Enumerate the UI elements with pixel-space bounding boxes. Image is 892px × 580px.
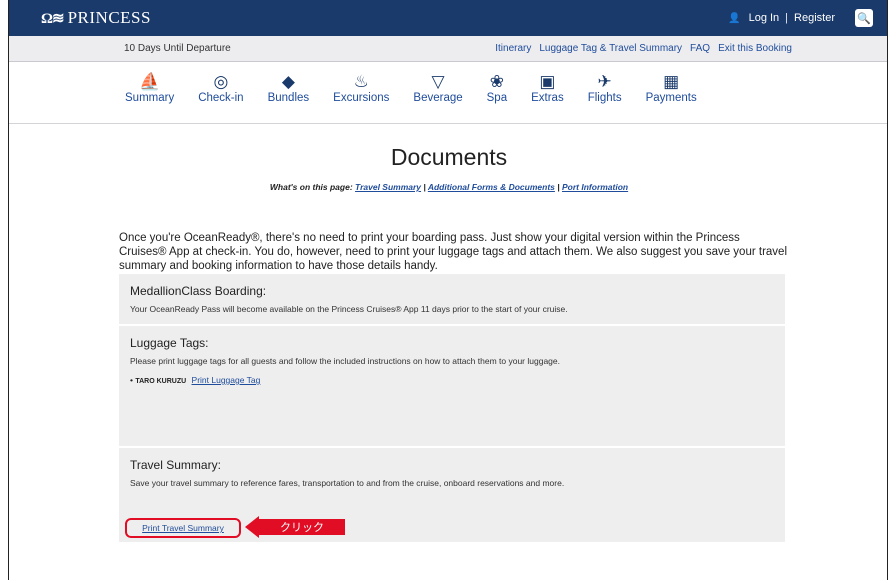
itinerary-link[interactable]: Itinerary — [495, 43, 531, 54]
account-links: 👤 Log In | Register 🔍 — [728, 9, 873, 27]
nav-flights[interactable]: ✈ Flights — [588, 72, 622, 104]
main-nav: ⛵ Summary ◎ Check-in ◆ Bundles ♨ Excursi… — [9, 62, 887, 124]
top-header: Ω≋ PRINCESS 👤 Log In | Register 🔍 — [9, 0, 887, 36]
passport-icon: ◎ — [213, 72, 229, 91]
exit-booking-link[interactable]: Exit this Booking — [718, 43, 792, 54]
page-title: Documents — [390, 144, 508, 170]
nav-label: Check-in — [198, 92, 244, 104]
travel-summary-anchor[interactable]: Travel Summary — [355, 182, 421, 192]
nav-payments[interactable]: ▦ Payments — [646, 72, 697, 104]
nav-beverage[interactable]: ▽ Beverage — [413, 72, 462, 104]
medallion-section: MedallionClass Boarding: Your OceanReady… — [119, 274, 785, 324]
lotus-icon: ❀ — [489, 72, 504, 91]
on-this-page: What's on this page: Travel Summary | Ad… — [269, 182, 629, 192]
nav-label: Flights — [587, 92, 622, 104]
login-link[interactable]: Log In — [749, 12, 780, 24]
section-title: MedallionClass Boarding: — [130, 284, 267, 298]
island-icon: ♨ — [353, 72, 369, 91]
additional-forms-anchor[interactable]: Additional Forms & Documents — [428, 182, 555, 192]
luggage-section: Luggage Tags: Please print luggage tags … — [119, 326, 785, 446]
nav-summary[interactable]: ⛵ Summary — [125, 72, 174, 104]
nav-excursions[interactable]: ♨ Excursions — [333, 72, 389, 104]
seawitch-logo-icon: Ω≋ — [41, 10, 65, 27]
nav-label: Summary — [125, 92, 175, 104]
nav-label: Bundles — [267, 92, 310, 104]
tag-icon: ◆ — [281, 72, 295, 91]
person-icon: 👤 — [728, 12, 741, 24]
print-travel-summary-link[interactable]: Print Travel Summary — [125, 518, 241, 538]
section-text: Your OceanReady Pass will become availab… — [130, 304, 568, 314]
search-icon[interactable]: 🔍 — [855, 9, 873, 27]
plane-icon: ✈ — [597, 72, 612, 91]
wallet-icon: ▦ — [663, 72, 680, 91]
princess-logo[interactable]: Ω≋ PRINCESS — [41, 8, 151, 28]
sub-header-links: Itinerary Luggage Tag & Travel Summary F… — [495, 43, 792, 54]
luggage-guest-row: • TARO KURUZU Print Luggage Tag — [130, 375, 774, 385]
port-information-anchor[interactable]: Port Information — [562, 182, 628, 192]
section-title: Travel Summary: — [130, 458, 221, 472]
browser-frame: Ω≋ PRINCESS 👤 Log In | Register 🔍 10 Day… — [8, 0, 888, 580]
print-luggage-tag-link[interactable]: Print Luggage Tag — [192, 375, 261, 385]
section-title: Luggage Tags: — [130, 336, 209, 350]
nav-extras[interactable]: ▣ Extras — [531, 72, 564, 104]
nav-label: Excursions — [333, 92, 390, 104]
section-text: Please print luggage tags for all guests… — [130, 356, 560, 366]
section-text: Save your travel summary to reference fa… — [130, 478, 565, 488]
star-box-icon: ▣ — [539, 72, 556, 91]
wine-glass-icon: ▽ — [431, 72, 445, 91]
register-link[interactable]: Register — [794, 12, 835, 24]
intro-text: Once you're OceanReady®, there's no need… — [119, 232, 787, 272]
luggage-tag-travel-summary-link[interactable]: Luggage Tag & Travel Summary — [539, 43, 682, 54]
guest-name: TARO KURUZU — [135, 378, 187, 385]
departure-countdown: 10 Days Until Departure — [124, 43, 231, 54]
nav-label: Spa — [486, 92, 508, 104]
separator: | — [785, 12, 789, 24]
sub-header: 10 Days Until Departure Itinerary Luggag… — [9, 36, 887, 62]
nav-spa[interactable]: ❀ Spa — [487, 72, 507, 104]
onpage-label: What's on this page: — [269, 182, 353, 192]
callout-arrow — [245, 516, 259, 538]
nav-label: Extras — [531, 92, 564, 104]
callout-label: クリック — [259, 519, 345, 535]
faq-link[interactable]: FAQ — [690, 43, 710, 54]
nav-check-in[interactable]: ◎ Check-in — [198, 72, 243, 104]
nav-label: Beverage — [413, 92, 463, 104]
ship-icon: ⛵ — [139, 72, 161, 91]
brand-name: PRINCESS — [67, 8, 151, 27]
nav-label: Payments — [645, 92, 697, 104]
click-callout: クリック — [245, 516, 345, 538]
nav-bundles[interactable]: ◆ Bundles — [268, 72, 310, 104]
